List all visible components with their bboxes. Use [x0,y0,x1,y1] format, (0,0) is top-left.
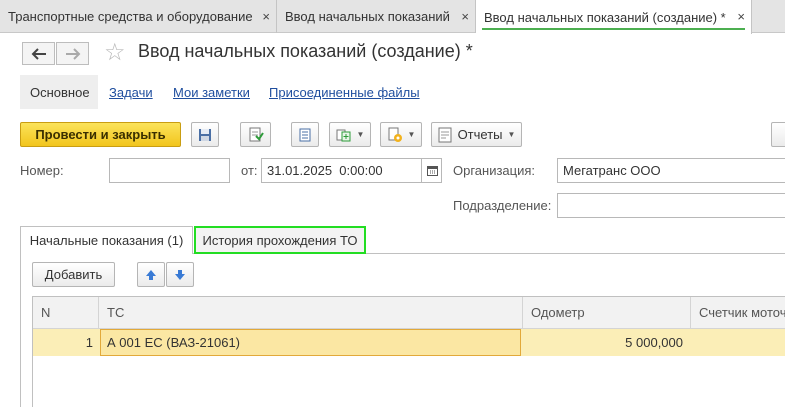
organization-field[interactable]: Мегатранс ООО [557,158,785,183]
reports-label: Отчеты [457,127,503,142]
post-document-icon [249,127,264,141]
section-files-link[interactable]: Присоединенные файлы [269,75,420,109]
chevron-down-icon: ▼ [356,130,365,139]
section-tasks-link[interactable]: Задачи [109,75,153,109]
tab-maintenance-history[interactable]: История прохождения ТО [194,226,366,254]
readings-table: N ТС Одометр Счетчик моточ 1 А 001 ЕС (В… [32,296,785,407]
column-header-engine-hours[interactable]: Счетчик моточ [691,297,785,329]
arrow-down-icon [175,269,185,280]
chevron-down-icon: ▼ [407,130,416,139]
section-main[interactable]: Основное [20,75,98,109]
forward-button[interactable] [56,42,89,65]
number-label: Номер: [20,163,64,178]
save-button[interactable] [191,122,219,147]
engine-hours-cell[interactable] [691,329,785,356]
calendar-icon [426,166,438,176]
floppy-disk-icon [199,128,211,141]
more-actions-button[interactable] [771,122,785,147]
department-field[interactable] [557,193,785,218]
window-tab-vehicles[interactable]: Транспортные средства и оборудование × [0,0,277,33]
star-icon[interactable]: ☆ [104,38,126,68]
tab-initial-readings[interactable]: Начальные показания (1) [20,226,193,254]
add-row-button[interactable]: Добавить [32,262,115,287]
date-value: 31.01.2025 0:00:00 [267,163,383,178]
column-header-n[interactable]: N [33,297,99,329]
arrow-up-icon [146,269,156,280]
create-based-on-icon [336,129,351,141]
vehicle-cell[interactable]: А 001 ЕС (ВАЗ-21061) [100,329,521,356]
active-tab-indicator [482,28,745,30]
post-button[interactable] [240,122,271,147]
create-based-on-button[interactable]: ▼ [329,122,371,147]
journal-button[interactable] [291,122,319,147]
reports-button[interactable]: Отчеты ▼ [431,122,522,147]
odometer-cell[interactable]: 5 000,000 [523,329,683,356]
date-label: от: [241,163,258,178]
column-header-vehicle[interactable]: ТС [99,297,523,329]
back-button[interactable] [22,42,55,65]
structure-button[interactable]: ▼ [380,122,422,147]
close-icon[interactable]: × [737,9,745,24]
number-field[interactable] [109,158,230,183]
page-title: Ввод начальных показаний (создание) * [138,41,473,61]
row-number-cell: 1 [85,335,93,350]
date-field[interactable]: 31.01.2025 0:00:00 [261,158,442,183]
organization-label: Организация: [453,163,536,178]
arrow-left-icon [31,47,46,60]
calendar-button[interactable] [421,158,442,183]
arrow-right-icon [65,47,80,60]
chevron-down-icon: ▼ [507,130,516,139]
column-header-odometer[interactable]: Одометр [523,297,691,329]
window-tab-strip: Транспортные средства и оборудование × В… [0,0,785,34]
table-row[interactable]: 1 А 001 ЕС (ВАЗ-21061) 5 000,000 [33,329,785,356]
list-icon [299,128,311,141]
move-up-button[interactable] [137,262,165,287]
window-tab-readings-create[interactable]: Ввод начальных показаний (создание) * × [476,0,752,34]
report-icon [438,127,452,142]
document-gear-icon [388,127,402,142]
department-label: Подразделение: [453,198,552,213]
window-tab-readings[interactable]: Ввод начальных показаний × [277,0,476,33]
close-icon[interactable]: × [461,9,469,24]
close-icon[interactable]: × [262,9,270,24]
window-tab-label: Транспортные средства и оборудование [8,9,253,24]
window-tab-label: Ввод начальных показаний (создание) * [484,9,726,25]
section-notes-link[interactable]: Мои заметки [173,75,250,109]
move-down-button[interactable] [166,262,194,287]
window-tab-label: Ввод начальных показаний [285,9,450,24]
post-and-close-button[interactable]: Провести и закрыть [20,122,181,147]
